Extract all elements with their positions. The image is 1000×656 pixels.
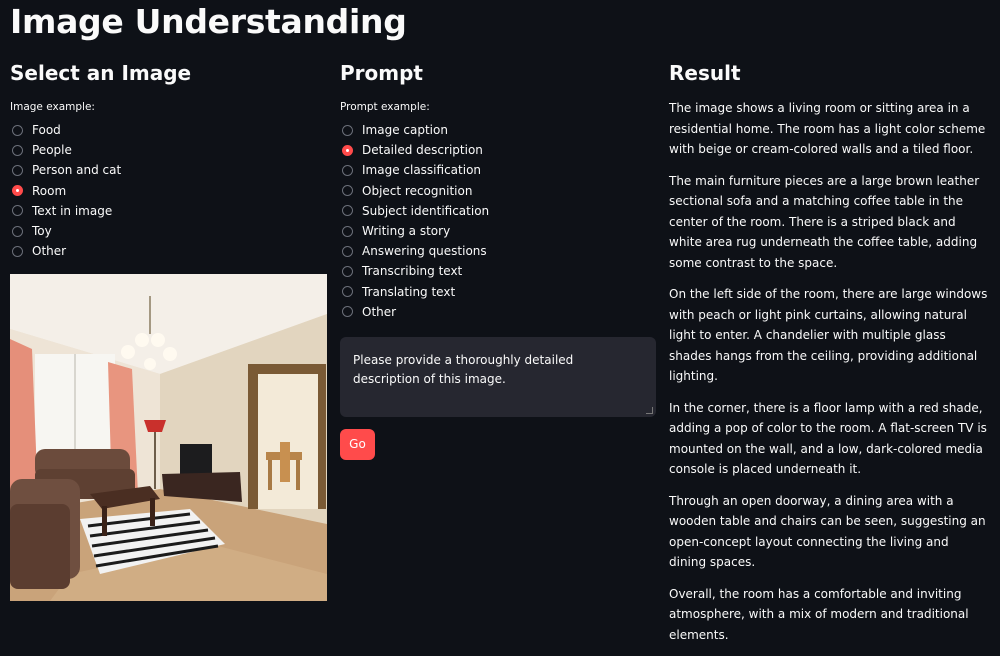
- prompt-radio-group: Image caption Detailed description Image…: [340, 120, 658, 322]
- radio-circle-icon[interactable]: [12, 144, 23, 156]
- living-room-illustration: [10, 274, 327, 601]
- radio-label: Writing a story: [362, 224, 451, 239]
- result-paragraph: On the left side of the room, there are …: [669, 287, 988, 383]
- resize-handle-icon[interactable]: [646, 406, 653, 414]
- prompt-textarea[interactable]: Please provide a thoroughly detailed des…: [340, 336, 656, 417]
- prompt-option-writing-a-story[interactable]: Writing a story: [340, 221, 658, 241]
- image-option-other[interactable]: Other: [10, 241, 328, 261]
- result-text: The image shows a living room or sitting…: [669, 98, 989, 645]
- radio-circle-icon[interactable]: [12, 124, 23, 136]
- radio-label: Transcribing text: [362, 264, 463, 279]
- radio-circle-icon[interactable]: [342, 164, 353, 176]
- radio-circle-icon[interactable]: [12, 185, 23, 197]
- image-option-text-in-image[interactable]: Text in image: [10, 201, 328, 221]
- radio-label: Text in image: [32, 203, 113, 218]
- result-heading: Result: [669, 61, 741, 85]
- radio-label: Subject identification: [362, 203, 490, 218]
- radio-circle-icon[interactable]: [342, 286, 353, 298]
- prompt-option-detailed-description[interactable]: Detailed description: [340, 140, 658, 160]
- radio-circle-icon[interactable]: [342, 144, 353, 156]
- image-option-person-and-cat[interactable]: Person and cat: [10, 160, 328, 180]
- select-image-heading: Select an Image: [10, 61, 192, 85]
- result-column: Result The image shows a living room or …: [669, 58, 989, 656]
- radio-circle-icon[interactable]: [342, 225, 353, 237]
- radio-label: People: [32, 143, 72, 158]
- radio-circle-icon[interactable]: [342, 205, 353, 217]
- go-button[interactable]: Go: [340, 428, 375, 460]
- radio-circle-icon[interactable]: [12, 205, 23, 217]
- prompt-option-transcribing-text[interactable]: Transcribing text: [340, 261, 658, 281]
- radio-circle-icon[interactable]: [12, 225, 23, 237]
- radio-circle-icon[interactable]: [342, 265, 353, 277]
- prompt-heading: Prompt: [340, 61, 423, 85]
- result-paragraph: The main furniture pieces are a large br…: [669, 173, 980, 270]
- radio-label: Image caption: [362, 123, 448, 138]
- image-option-room[interactable]: Room: [10, 181, 328, 201]
- radio-label: Detailed description: [362, 143, 483, 158]
- radio-label: Answering questions: [362, 244, 487, 259]
- radio-circle-icon[interactable]: [342, 185, 353, 197]
- radio-circle-icon[interactable]: [12, 164, 23, 176]
- radio-label: Object recognition: [362, 183, 473, 198]
- image-option-people[interactable]: People: [10, 140, 328, 160]
- prompt-option-translating-text[interactable]: Translating text: [340, 282, 658, 302]
- radio-label: Image classification: [362, 163, 482, 178]
- result-paragraph: Through an open doorway, a dining area w…: [669, 493, 986, 570]
- image-select-column: Select an Image Image example: Food Peop…: [10, 58, 328, 261]
- prompt-option-image-caption[interactable]: Image caption: [340, 120, 658, 140]
- prompt-text: Please provide a thoroughly detailed des…: [353, 352, 574, 386]
- prompt-option-answering-questions[interactable]: Answering questions: [340, 241, 658, 261]
- result-paragraph: The image shows a living room or sitting…: [669, 101, 986, 156]
- radio-circle-icon[interactable]: [12, 245, 23, 257]
- image-option-toy[interactable]: Toy: [10, 221, 328, 241]
- radio-label: Translating text: [362, 284, 456, 299]
- radio-label: Other: [362, 304, 397, 319]
- radio-label: Other: [32, 244, 67, 259]
- prompt-example-label: Prompt example:: [340, 101, 430, 113]
- prompt-option-image-classification[interactable]: Image classification: [340, 160, 658, 180]
- radio-label: Room: [32, 183, 67, 198]
- image-option-food[interactable]: Food: [10, 120, 328, 140]
- prompt-column: Prompt Prompt example: Image caption Det…: [340, 58, 658, 460]
- room-image: [10, 274, 327, 601]
- prompt-option-subject-identification[interactable]: Subject identification: [340, 201, 658, 221]
- radio-circle-icon[interactable]: [342, 306, 353, 318]
- radio-label: Food: [32, 123, 61, 138]
- image-example-label: Image example:: [10, 101, 95, 113]
- prompt-option-object-recognition[interactable]: Object recognition: [340, 181, 658, 201]
- radio-label: Person and cat: [32, 163, 122, 178]
- result-paragraph: In the corner, there is a floor lamp wit…: [669, 400, 987, 477]
- radio-circle-icon[interactable]: [342, 124, 353, 136]
- page-title: Image Understanding: [10, 2, 407, 41]
- result-paragraph: Overall, the room has a comfortable and …: [669, 586, 969, 642]
- prompt-option-other[interactable]: Other: [340, 302, 658, 322]
- image-radio-group: Food People Person and cat Room Text in …: [10, 120, 328, 261]
- radio-circle-icon[interactable]: [342, 245, 353, 257]
- radio-label: Toy: [32, 224, 52, 239]
